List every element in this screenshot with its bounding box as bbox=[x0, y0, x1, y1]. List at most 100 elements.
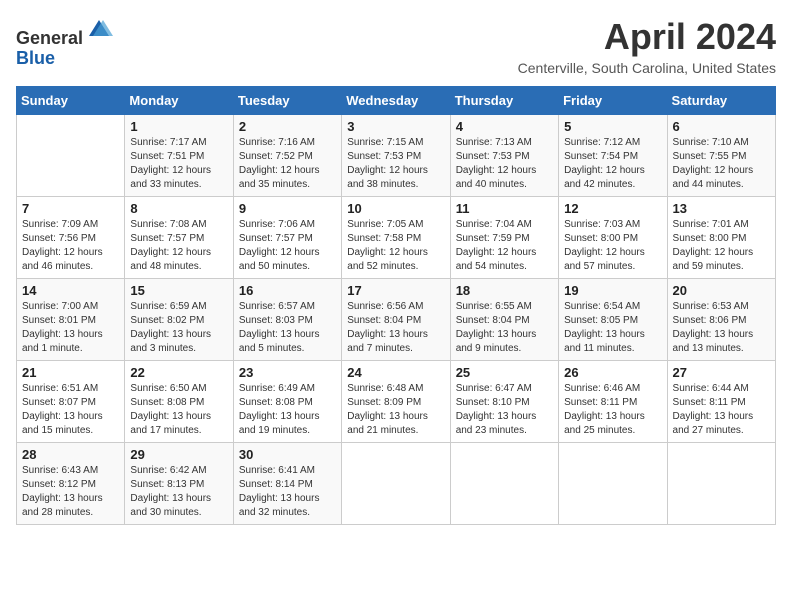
day-info: Sunrise: 7:15 AM Sunset: 7:53 PM Dayligh… bbox=[347, 136, 444, 192]
day-cell: 5 Sunrise: 7:12 AM Sunset: 7:54 PM Daylig… bbox=[559, 115, 667, 197]
col-header-saturday: Saturday bbox=[667, 87, 775, 115]
day-info: Sunrise: 7:06 AM Sunset: 7:57 PM Dayligh… bbox=[239, 218, 336, 274]
day-number: 28 bbox=[22, 447, 119, 462]
day-info: Sunrise: 7:08 AM Sunset: 7:57 PM Dayligh… bbox=[130, 218, 227, 274]
day-number: 3 bbox=[347, 119, 444, 134]
day-info: Sunrise: 6:54 AM Sunset: 8:05 PM Dayligh… bbox=[564, 300, 661, 356]
day-number: 18 bbox=[456, 283, 553, 298]
day-cell: 15Sunrise: 6:59 AM Sunset: 8:02 PM Dayli… bbox=[125, 279, 233, 361]
col-header-wednesday: Wednesday bbox=[342, 87, 450, 115]
day-number: 25 bbox=[456, 365, 553, 380]
day-cell: 29 Sunrise: 6:42 AM Sunset: 8:13 PM Dayli… bbox=[125, 443, 233, 525]
week-row-4: 21Sunrise: 6:51 AM Sunset: 8:07 PM Dayli… bbox=[17, 361, 776, 443]
day-info: Sunrise: 6:43 AM Sunset: 8:12 PM Dayligh… bbox=[22, 464, 119, 520]
day-cell: 11 Sunrise: 7:04 AM Sunset: 7:59 PM Dayli… bbox=[450, 197, 558, 279]
day-cell: 28 Sunrise: 6:43 AM Sunset: 8:12 PM Dayli… bbox=[17, 443, 125, 525]
day-info: Sunrise: 6:50 AM Sunset: 8:08 PM Dayligh… bbox=[130, 382, 227, 438]
day-info: Sunrise: 7:05 AM Sunset: 7:58 PM Dayligh… bbox=[347, 218, 444, 274]
day-info: Sunrise: 6:55 AM Sunset: 8:04 PM Dayligh… bbox=[456, 300, 553, 356]
logo-icon bbox=[85, 16, 113, 44]
col-header-thursday: Thursday bbox=[450, 87, 558, 115]
day-cell: 18 Sunrise: 6:55 AM Sunset: 8:04 PM Dayli… bbox=[450, 279, 558, 361]
day-info: Sunrise: 7:03 AM Sunset: 8:00 PM Dayligh… bbox=[564, 218, 661, 274]
col-header-sunday: Sunday bbox=[17, 87, 125, 115]
col-header-friday: Friday bbox=[559, 87, 667, 115]
day-info: Sunrise: 7:10 AM Sunset: 7:55 PM Dayligh… bbox=[673, 136, 770, 192]
logo: General Blue bbox=[16, 16, 113, 69]
day-number: 29 bbox=[130, 447, 227, 462]
day-info: Sunrise: 7:04 AM Sunset: 7:59 PM Dayligh… bbox=[456, 218, 553, 274]
day-cell: 10 Sunrise: 7:05 AM Sunset: 7:58 PM Dayli… bbox=[342, 197, 450, 279]
day-number: 26 bbox=[564, 365, 661, 380]
month-title: April 2024 bbox=[518, 16, 776, 58]
day-number: 14 bbox=[22, 283, 119, 298]
day-number: 7 bbox=[22, 201, 119, 216]
day-info: Sunrise: 6:48 AM Sunset: 8:09 PM Dayligh… bbox=[347, 382, 444, 438]
day-info: Sunrise: 6:56 AM Sunset: 8:04 PM Dayligh… bbox=[347, 300, 444, 356]
day-info: Sunrise: 6:46 AM Sunset: 8:11 PM Dayligh… bbox=[564, 382, 661, 438]
day-number: 8 bbox=[130, 201, 227, 216]
week-row-5: 28 Sunrise: 6:43 AM Sunset: 8:12 PM Dayli… bbox=[17, 443, 776, 525]
day-info: Sunrise: 7:09 AM Sunset: 7:56 PM Dayligh… bbox=[22, 218, 119, 274]
day-info: Sunrise: 6:44 AM Sunset: 8:11 PM Dayligh… bbox=[673, 382, 770, 438]
logo-general: General bbox=[16, 28, 83, 48]
day-info: Sunrise: 6:57 AM Sunset: 8:03 PM Dayligh… bbox=[239, 300, 336, 356]
title-block: April 2024 Centerville, South Carolina, … bbox=[518, 16, 776, 76]
logo-blue: Blue bbox=[16, 48, 55, 68]
day-info: Sunrise: 6:53 AM Sunset: 8:06 PM Dayligh… bbox=[673, 300, 770, 356]
day-number: 11 bbox=[456, 201, 553, 216]
day-number: 23 bbox=[239, 365, 336, 380]
day-number: 24 bbox=[347, 365, 444, 380]
day-info: Sunrise: 7:00 AM Sunset: 8:01 PM Dayligh… bbox=[22, 300, 119, 356]
day-number: 4 bbox=[456, 119, 553, 134]
week-row-2: 7 Sunrise: 7:09 AM Sunset: 7:56 PM Daylig… bbox=[17, 197, 776, 279]
day-cell: 21Sunrise: 6:51 AM Sunset: 8:07 PM Dayli… bbox=[17, 361, 125, 443]
day-info: Sunrise: 7:13 AM Sunset: 7:53 PM Dayligh… bbox=[456, 136, 553, 192]
day-cell: 17 Sunrise: 6:56 AM Sunset: 8:04 PM Dayli… bbox=[342, 279, 450, 361]
day-number: 20 bbox=[673, 283, 770, 298]
day-cell: 1Sunrise: 7:17 AM Sunset: 7:51 PM Daylig… bbox=[125, 115, 233, 197]
calendar-table: SundayMondayTuesdayWednesdayThursdayFrid… bbox=[16, 86, 776, 525]
day-number: 10 bbox=[347, 201, 444, 216]
day-number: 5 bbox=[564, 119, 661, 134]
day-cell bbox=[667, 443, 775, 525]
day-cell: 27Sunrise: 6:44 AM Sunset: 8:11 PM Dayli… bbox=[667, 361, 775, 443]
day-info: Sunrise: 7:16 AM Sunset: 7:52 PM Dayligh… bbox=[239, 136, 336, 192]
day-cell: 24 Sunrise: 6:48 AM Sunset: 8:09 PM Dayli… bbox=[342, 361, 450, 443]
day-cell: 13Sunrise: 7:01 AM Sunset: 8:00 PM Dayli… bbox=[667, 197, 775, 279]
day-number: 2 bbox=[239, 119, 336, 134]
location: Centerville, South Carolina, United Stat… bbox=[518, 60, 776, 76]
week-row-1: 1Sunrise: 7:17 AM Sunset: 7:51 PM Daylig… bbox=[17, 115, 776, 197]
day-info: Sunrise: 6:42 AM Sunset: 8:13 PM Dayligh… bbox=[130, 464, 227, 520]
day-number: 19 bbox=[564, 283, 661, 298]
day-number: 13 bbox=[673, 201, 770, 216]
day-cell: 3 Sunrise: 7:15 AM Sunset: 7:53 PM Daylig… bbox=[342, 115, 450, 197]
day-number: 6 bbox=[673, 119, 770, 134]
col-header-monday: Monday bbox=[125, 87, 233, 115]
day-cell: 14 Sunrise: 7:00 AM Sunset: 8:01 PM Dayli… bbox=[17, 279, 125, 361]
day-info: Sunrise: 6:49 AM Sunset: 8:08 PM Dayligh… bbox=[239, 382, 336, 438]
day-number: 22 bbox=[130, 365, 227, 380]
day-cell: 19 Sunrise: 6:54 AM Sunset: 8:05 PM Dayli… bbox=[559, 279, 667, 361]
page-header: General Blue April 2024 Centerville, Sou… bbox=[16, 16, 776, 76]
day-info: Sunrise: 7:17 AM Sunset: 7:51 PM Dayligh… bbox=[130, 136, 227, 192]
day-info: Sunrise: 7:12 AM Sunset: 7:54 PM Dayligh… bbox=[564, 136, 661, 192]
day-number: 17 bbox=[347, 283, 444, 298]
day-cell bbox=[17, 115, 125, 197]
day-cell: 9 Sunrise: 7:06 AM Sunset: 7:57 PM Daylig… bbox=[233, 197, 341, 279]
day-number: 9 bbox=[239, 201, 336, 216]
day-cell: 8 Sunrise: 7:08 AM Sunset: 7:57 PM Daylig… bbox=[125, 197, 233, 279]
day-info: Sunrise: 6:41 AM Sunset: 8:14 PM Dayligh… bbox=[239, 464, 336, 520]
day-info: Sunrise: 6:59 AM Sunset: 8:02 PM Dayligh… bbox=[130, 300, 227, 356]
day-cell: 16Sunrise: 6:57 AM Sunset: 8:03 PM Dayli… bbox=[233, 279, 341, 361]
day-cell: 26 Sunrise: 6:46 AM Sunset: 8:11 PM Dayli… bbox=[559, 361, 667, 443]
day-cell bbox=[342, 443, 450, 525]
day-cell: 30Sunrise: 6:41 AM Sunset: 8:14 PM Dayli… bbox=[233, 443, 341, 525]
week-row-3: 14 Sunrise: 7:00 AM Sunset: 8:01 PM Dayli… bbox=[17, 279, 776, 361]
day-cell bbox=[450, 443, 558, 525]
day-cell: 6 Sunrise: 7:10 AM Sunset: 7:55 PM Daylig… bbox=[667, 115, 775, 197]
calendar-header-row: SundayMondayTuesdayWednesdayThursdayFrid… bbox=[17, 87, 776, 115]
day-info: Sunrise: 6:47 AM Sunset: 8:10 PM Dayligh… bbox=[456, 382, 553, 438]
day-cell bbox=[559, 443, 667, 525]
day-cell: 12Sunrise: 7:03 AM Sunset: 8:00 PM Dayli… bbox=[559, 197, 667, 279]
